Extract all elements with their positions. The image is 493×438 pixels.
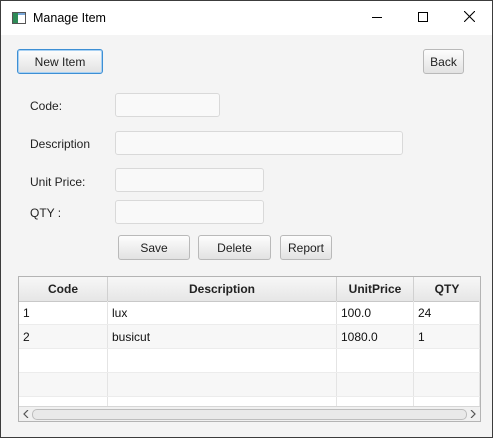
- description-field[interactable]: [115, 131, 403, 155]
- description-label: Description: [30, 137, 91, 151]
- content-pane: New Item Back Code: Description Unit Pri…: [1, 35, 492, 437]
- code-label: Code:: [30, 99, 63, 113]
- back-button[interactable]: Back: [423, 49, 464, 74]
- cell-unitprice: 1080.0: [337, 325, 414, 348]
- column-header-code[interactable]: Code: [19, 277, 108, 301]
- cell-code: 2: [19, 325, 108, 348]
- close-button[interactable]: [446, 1, 492, 35]
- close-icon: [463, 10, 475, 25]
- maximize-icon: [418, 11, 428, 25]
- cell-description: busicut: [108, 325, 337, 348]
- new-item-button[interactable]: New Item: [17, 49, 103, 74]
- cell-unitprice: 100.0: [337, 301, 414, 324]
- unit-price-field[interactable]: [115, 168, 264, 192]
- manage-item-window: Manage Item New Item Back Code: Descript…: [0, 0, 493, 438]
- table-row-empty: [19, 349, 480, 373]
- column-header-unitprice[interactable]: UnitPrice: [337, 277, 414, 301]
- qty-label: QTY :: [30, 206, 62, 220]
- column-header-qty[interactable]: QTY: [414, 277, 480, 301]
- scroll-right-icon[interactable]: [467, 408, 479, 420]
- maximize-button[interactable]: [400, 1, 446, 35]
- title-bar[interactable]: Manage Item: [1, 1, 492, 35]
- table-header: Code Description UnitPrice QTY: [19, 277, 480, 302]
- items-table[interactable]: Code Description UnitPrice QTY 1 lux 100…: [18, 276, 481, 422]
- table-row[interactable]: 1 lux 100.0 24: [19, 301, 480, 325]
- scroll-left-icon[interactable]: [20, 408, 32, 420]
- cell-description: lux: [108, 301, 337, 324]
- cell-qty: 1: [414, 325, 480, 348]
- report-button[interactable]: Report: [280, 235, 332, 260]
- scrollbar-thumb[interactable]: [32, 409, 467, 420]
- horizontal-scrollbar[interactable]: [19, 406, 480, 421]
- minimize-button[interactable]: [354, 1, 400, 35]
- save-button[interactable]: Save: [118, 235, 190, 260]
- cell-code: 1: [19, 301, 108, 324]
- qty-field[interactable]: [115, 200, 264, 224]
- delete-button[interactable]: Delete: [198, 235, 271, 260]
- minimize-icon: [372, 11, 382, 25]
- cell-qty: 24: [414, 301, 480, 324]
- code-field[interactable]: [115, 93, 220, 117]
- table-row-empty: [19, 373, 480, 397]
- window-title: Manage Item: [33, 11, 106, 25]
- table-row[interactable]: 2 busicut 1080.0 1: [19, 325, 480, 349]
- unit-price-label: Unit Price:: [30, 175, 86, 189]
- app-window-icon: [12, 12, 26, 24]
- column-header-description[interactable]: Description: [108, 277, 337, 301]
